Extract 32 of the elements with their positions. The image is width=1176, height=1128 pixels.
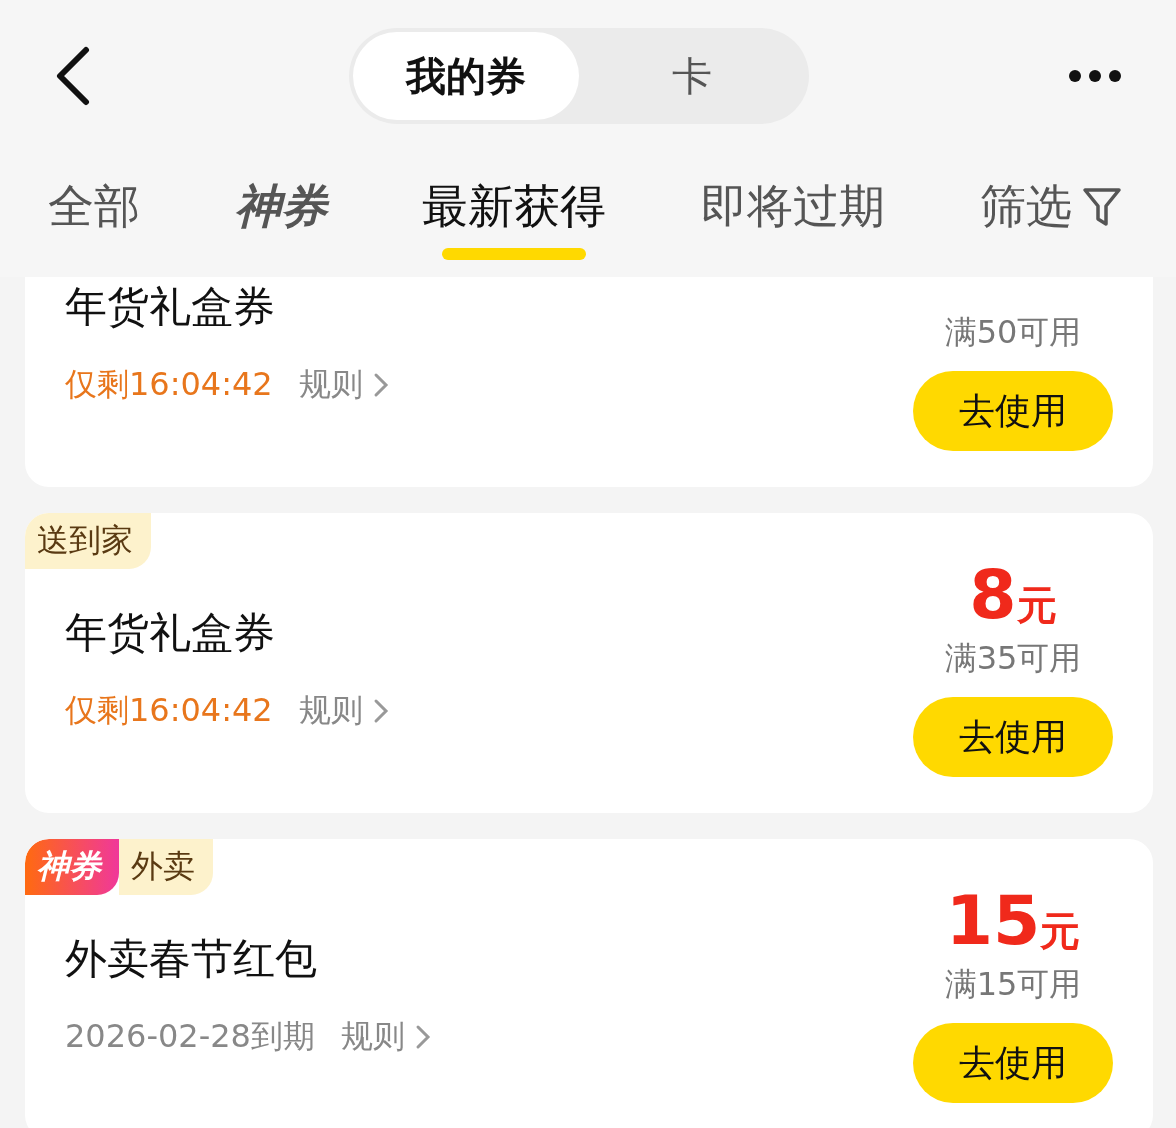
expiry-text: 仅剩16:04:42 bbox=[65, 690, 273, 731]
filter-tab[interactable]: 最新获得 bbox=[422, 176, 606, 260]
filter-tab[interactable]: 即将过期 bbox=[701, 176, 885, 260]
rules-link[interactable]: 规则 bbox=[298, 689, 389, 733]
expiry-text: 2026-02-28到期 bbox=[65, 1016, 315, 1057]
filter-icon bbox=[1082, 186, 1122, 228]
coupon-title: 年货礼盒券 bbox=[65, 607, 276, 659]
segment-tab[interactable]: 卡 bbox=[579, 32, 805, 120]
more-icon[interactable] bbox=[1068, 69, 1122, 83]
coupon-tag: 外卖 bbox=[119, 839, 213, 895]
segment-tab[interactable]: 我的券 bbox=[353, 32, 579, 120]
expiry-text: 仅剩16:04:42 bbox=[65, 364, 273, 405]
rules-link[interactable]: 规则 bbox=[298, 363, 389, 407]
chevron-right-icon bbox=[372, 372, 389, 398]
use-button[interactable]: 去使用 bbox=[913, 697, 1113, 777]
chevron-right-icon bbox=[372, 698, 389, 724]
filter-button[interactable]: 筛选 bbox=[980, 176, 1122, 260]
filter-tab[interactable]: 全部 bbox=[48, 176, 140, 260]
use-button[interactable]: 去使用 bbox=[913, 371, 1113, 451]
condition-text: 满15可用 bbox=[944, 964, 1082, 1005]
condition-text: 满35可用 bbox=[944, 638, 1082, 679]
chevron-right-icon bbox=[414, 1024, 431, 1050]
coupon-title: 年货礼盒券 bbox=[65, 281, 276, 333]
coupon-tag: 送到家 bbox=[25, 513, 151, 569]
condition-text: 满50可用 bbox=[944, 312, 1082, 353]
back-icon[interactable] bbox=[54, 46, 90, 106]
coupon-amount: 8元 bbox=[969, 563, 1057, 629]
use-button[interactable]: 去使用 bbox=[913, 1023, 1113, 1103]
coupon-title: 外卖春节红包 bbox=[65, 933, 318, 985]
coupon-tag: 神券 bbox=[25, 839, 119, 895]
rules-link[interactable]: 规则 bbox=[340, 1015, 431, 1059]
coupon-amount: 15元 bbox=[945, 889, 1081, 955]
